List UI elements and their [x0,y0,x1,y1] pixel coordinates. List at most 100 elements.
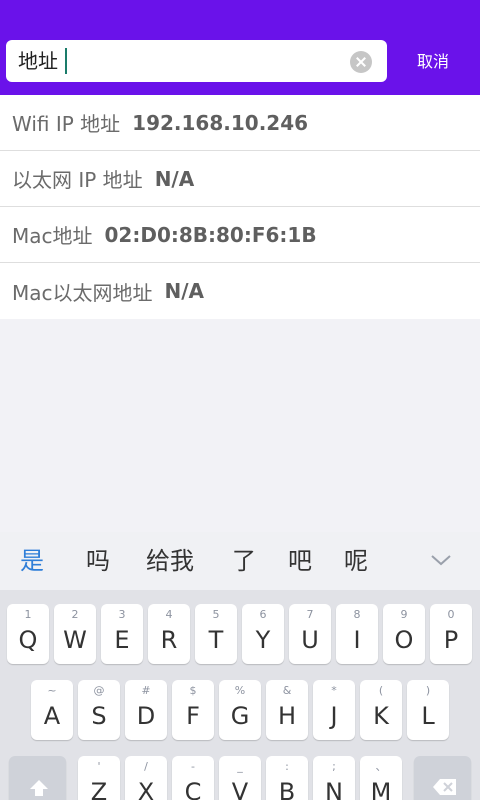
key-letter: M [370,778,392,800]
key-b[interactable]: :B [266,756,308,800]
key-q[interactable]: 1Q [7,604,49,664]
key-letter: N [325,778,343,800]
key-hint: 1 [24,608,32,621]
key-hint: _ [237,760,243,773]
key-letter: F [186,702,200,730]
result-value: 192.168.10.246 [132,110,309,135]
key-letter: L [421,702,435,730]
key-hint: # [141,684,151,697]
key-v[interactable]: _ V [219,756,261,800]
key-letter: C [184,778,202,800]
result-label: Mac以太网地址 [12,280,153,305]
candidate-bar: 是 吗 给我 了 吧 呢 [0,532,480,590]
key-hint: 3 [118,608,126,621]
key-c[interactable]: -C [172,756,214,800]
key-letter: G [230,702,250,730]
key-letter: Z [90,778,108,800]
result-item-wifi-ip[interactable]: Wifi IP 地址 192.168.10.246 [0,95,480,151]
key-hint: / [144,760,148,773]
key-t[interactable]: 5T [195,604,237,664]
search-input[interactable]: 地址 [6,40,387,82]
key-hint: - [191,760,195,773]
key-k[interactable]: (K [360,680,402,740]
cancel-button[interactable]: 取消 [410,49,456,75]
candidate-word[interactable]: 是 [20,546,44,576]
key-i[interactable]: 8I [336,604,378,664]
key-d[interactable]: # D [125,680,167,740]
clear-search-icon[interactable] [350,51,372,73]
shift-arrow-icon [30,780,48,796]
key-w[interactable]: 2W [54,604,96,664]
key-n[interactable]: ; N [313,756,355,800]
key-letter: K [373,702,389,730]
key-hint: 6 [259,608,267,621]
key-hint: ; [332,760,336,773]
key-f[interactable]: $ F [172,680,214,740]
key-letter: E [114,626,130,654]
chevron-down-icon[interactable] [431,550,451,570]
key-hint: $ [189,684,197,697]
text-caret [65,48,67,74]
key-l[interactable]: ) L [407,680,449,740]
key-hint: 8 [353,608,361,621]
result-item-ethernet-ip[interactable]: 以太网 IP 地址 N/A [0,151,480,207]
key-letter: V [231,778,249,800]
key-hint: ' [97,760,101,773]
key-letter: S [91,702,107,730]
backspace-icon [433,779,456,795]
key-letter: A [43,702,61,730]
candidate-word[interactable]: 了 [232,546,256,576]
key-hint: 4 [165,608,173,621]
result-label: Mac地址 [12,224,93,248]
key-letter: Y [255,626,271,654]
key-z[interactable]: ' Z [78,756,120,800]
result-label: 以太网 IP 地址 [12,168,143,192]
key-p[interactable]: 0P [430,604,472,664]
result-item-mac-ethernet-address[interactable]: Mac以太网地址 N/A [0,263,480,319]
candidate-word[interactable]: 吧 [288,546,312,576]
result-value: 02:D0:8B:80:F6:1B [104,222,317,247]
key-hint: 5 [212,608,220,621]
key-hint: ) [425,684,431,697]
key-letter: P [443,626,459,654]
candidate-word[interactable]: 呢 [344,546,368,576]
key-letter: U [301,626,319,654]
shift-key[interactable] [9,756,66,800]
result-value: N/A [164,279,205,303]
key-letter: D [136,702,156,730]
key-s[interactable]: @ S [78,680,120,740]
key-letter: H [277,702,297,730]
key-hint: 2 [71,608,79,621]
candidate-word[interactable]: 给我 [146,546,194,576]
key-e[interactable]: 3E [101,604,143,664]
key-r[interactable]: 4R [148,604,190,664]
key-u[interactable]: 7U [289,604,331,664]
key-a[interactable]: ~ A [31,680,73,740]
key-letter: J [330,702,338,730]
result-value: N/A [154,166,195,191]
key-letter: R [160,626,178,654]
key-hint: 、 [375,760,387,773]
key-hint: 0 [447,608,455,621]
key-letter: W [63,626,87,654]
key-m[interactable]: 、 M [360,756,402,800]
key-j[interactable]: * J [313,680,355,740]
key-hint: * [331,684,337,697]
key-letter: T [208,626,224,654]
key-hint: 7 [306,608,314,621]
candidate-word[interactable]: 吗 [86,546,110,576]
key-hint: ~ [47,684,57,697]
key-hint: & [282,684,292,697]
key-hint: % [234,684,246,697]
key-h[interactable]: & H [266,680,308,740]
key-area: 1Q2W3E4R5T6Y7U8I9O0P ~ A @ S # D $ F% G & H * J(K) L … [0,590,480,800]
key-o[interactable]: 9O [383,604,425,664]
backspace-key[interactable] [414,756,471,800]
key-hint: 9 [400,608,408,621]
result-item-mac-address[interactable]: Mac地址 02:D0:8B:80:F6:1B [0,207,480,263]
key-x[interactable]: / X [125,756,167,800]
key-y[interactable]: 6Y [242,604,284,664]
key-g[interactable]: % G [219,680,261,740]
key-letter: B [278,778,296,800]
key-letter: O [394,626,414,654]
